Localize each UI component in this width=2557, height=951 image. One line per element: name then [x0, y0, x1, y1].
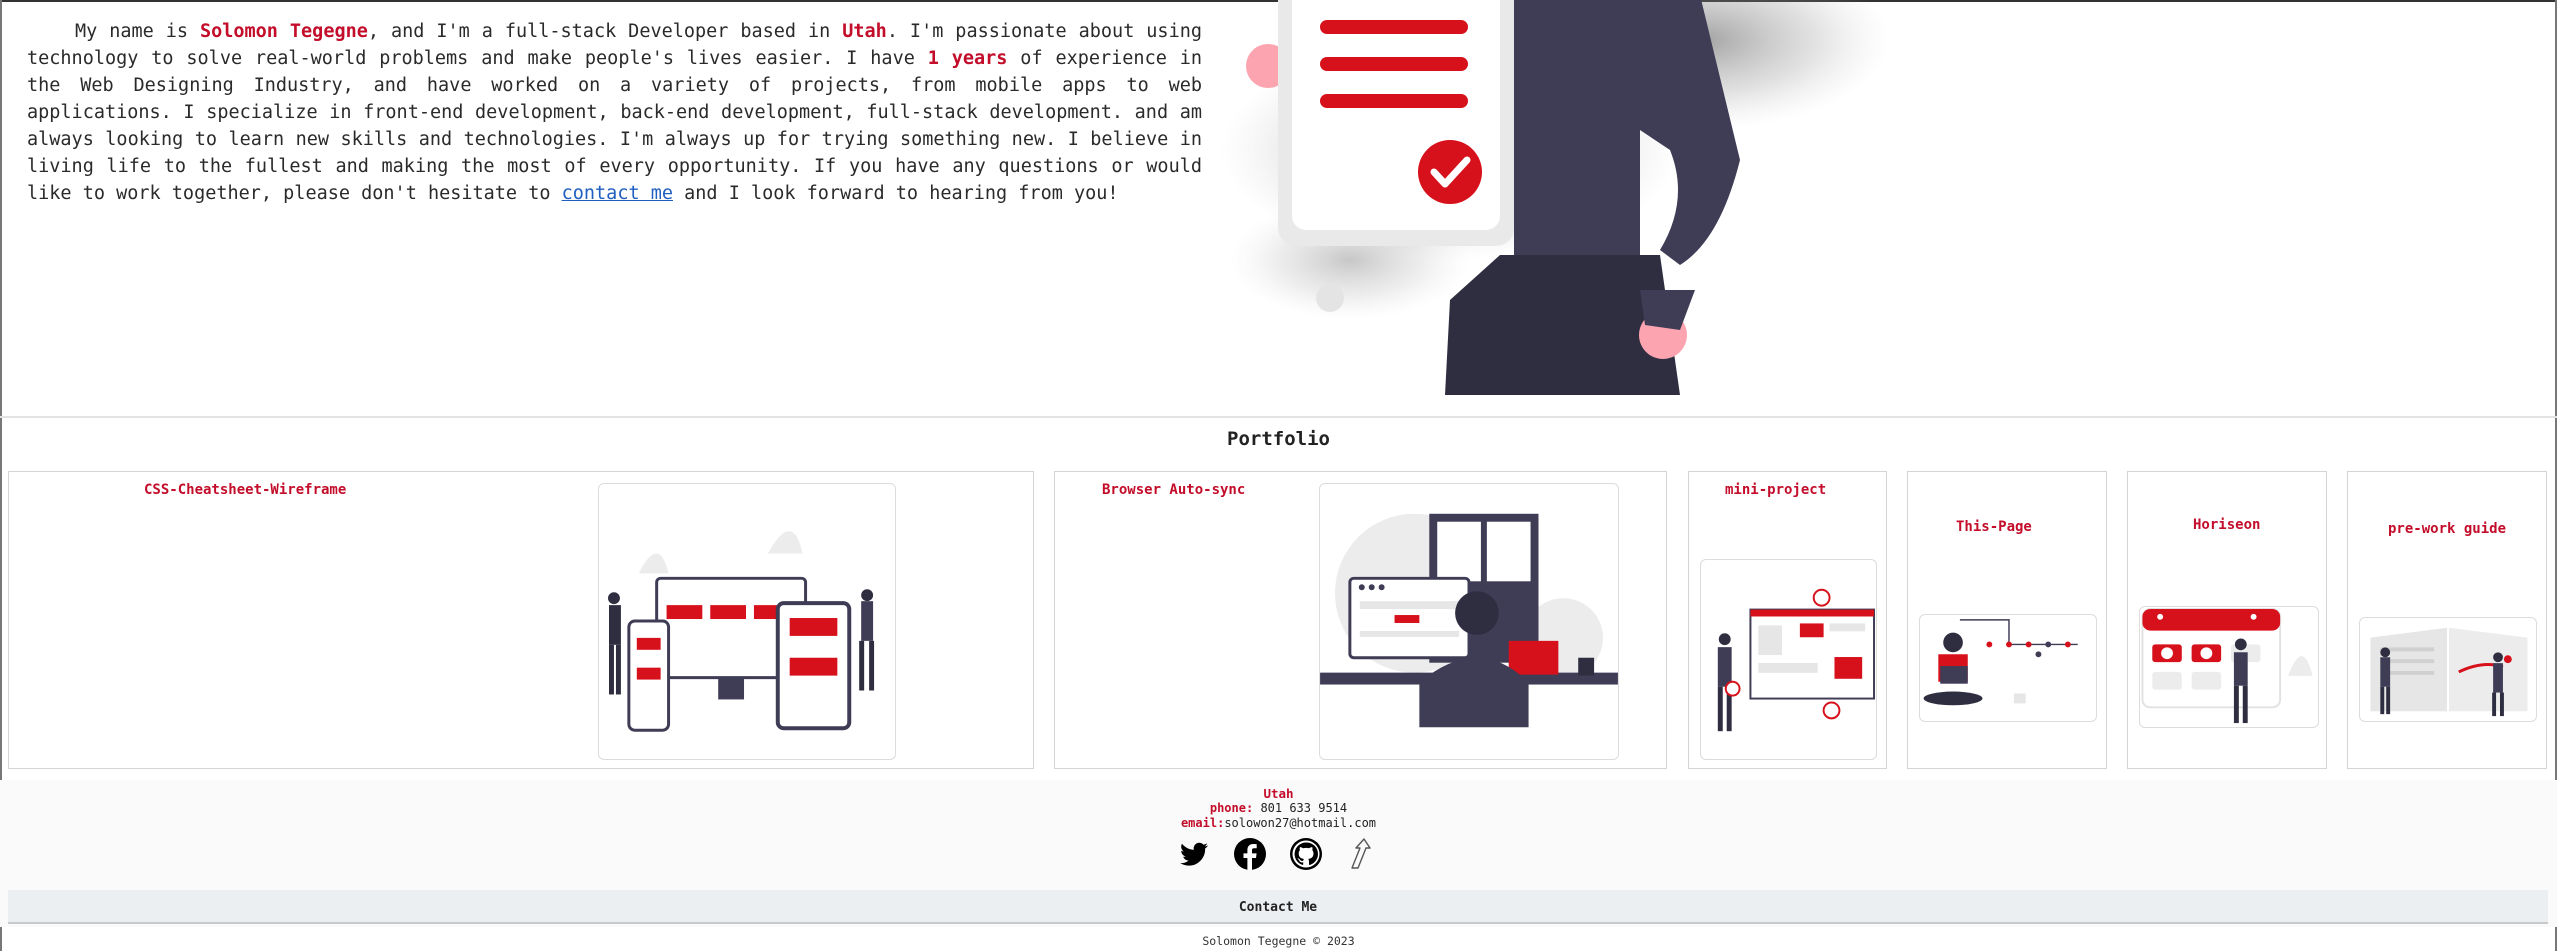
about-years: 1 years — [927, 48, 1008, 69]
contact-me-button[interactable]: Contact Me — [8, 890, 2548, 924]
about-name: Solomon Tegegne — [199, 21, 368, 42]
project-card-this-page[interactable]: This-Page — [1907, 471, 2107, 769]
portfolio-title: Portfolio — [1227, 428, 1330, 450]
project-title[interactable]: pre-work guide — [2388, 521, 2506, 537]
about-text-2: , and I'm a full-stack Developer based i… — [367, 21, 843, 42]
project-thumbnail[interactable] — [2139, 606, 2319, 728]
project-thumbnail[interactable] — [2359, 617, 2537, 722]
project-card-pre-work-guide[interactable]: pre-work guide — [2347, 471, 2547, 769]
about-section: My name is Solomon Tegegne, and I'm a fu… — [0, 0, 2557, 416]
about-text-1: My name is — [75, 21, 200, 42]
hero-illustration — [1220, 0, 1890, 395]
section-divider — [0, 416, 2557, 418]
calendar-illustration — [2141, 607, 2313, 724]
project-thumbnail[interactable] — [1319, 483, 1619, 760]
contact-me-link[interactable]: contact me — [562, 183, 673, 204]
footer-email-line: email:solowon27@hotmail.com — [0, 816, 2557, 830]
footer-phone-line: phone: 801 633 9514 — [0, 801, 2557, 815]
open-book-illustration — [2370, 627, 2528, 717]
responsive-devices-illustration — [608, 531, 875, 732]
github-icon[interactable] — [1288, 836, 1324, 872]
project-title[interactable]: Horiseon — [2193, 517, 2260, 533]
about-location: Utah — [842, 21, 887, 42]
project-thumbnail[interactable] — [1919, 614, 2097, 722]
project-card-css-cheatsheet[interactable]: CSS-Cheatsheet-Wireframe — [8, 471, 1034, 769]
phone-label: phone: — [1209, 801, 1254, 815]
project-title[interactable]: mini-project — [1725, 482, 1826, 498]
footer-city: Utah — [1263, 786, 1294, 801]
copyright: Solomon Tegegne © 2023 — [1202, 934, 1355, 948]
scroll-up-icon[interactable] — [1344, 836, 1380, 872]
developer-with-laptop-illustration — [1923, 619, 2078, 706]
project-title[interactable]: This-Page — [1956, 519, 2032, 535]
about-text-4: of experience in the Web Designing Indus… — [27, 48, 1202, 204]
developer-at-desk-illustration — [1320, 513, 1618, 728]
project-title[interactable]: Browser Auto-sync — [1102, 482, 1245, 498]
twitter-icon[interactable] — [1176, 836, 1212, 872]
email-label: email: — [1180, 816, 1225, 830]
facebook-icon[interactable] — [1232, 836, 1268, 872]
project-title[interactable]: CSS-Cheatsheet-Wireframe — [144, 482, 346, 498]
project-card-horiseon[interactable]: Horiseon — [2127, 471, 2327, 769]
web-layout-illustration — [1717, 588, 1876, 732]
footer-city-line: Utah — [0, 786, 2557, 801]
project-card-browser-auto-sync[interactable]: Browser Auto-sync — [1054, 471, 1667, 769]
phone-number[interactable]: 801 633 9514 — [1260, 801, 1347, 815]
email-address[interactable]: solowon27@hotmail.com — [1224, 816, 1376, 830]
social-links — [1172, 836, 1392, 874]
project-thumbnail[interactable] — [1700, 559, 1877, 760]
about-text-5: and I look forward to hearing from you! — [673, 183, 1119, 204]
project-thumbnail[interactable] — [598, 483, 896, 760]
project-card-mini-project[interactable]: mini-project — [1688, 471, 1887, 769]
about-paragraph: My name is Solomon Tegegne, and I'm a fu… — [27, 18, 1202, 207]
